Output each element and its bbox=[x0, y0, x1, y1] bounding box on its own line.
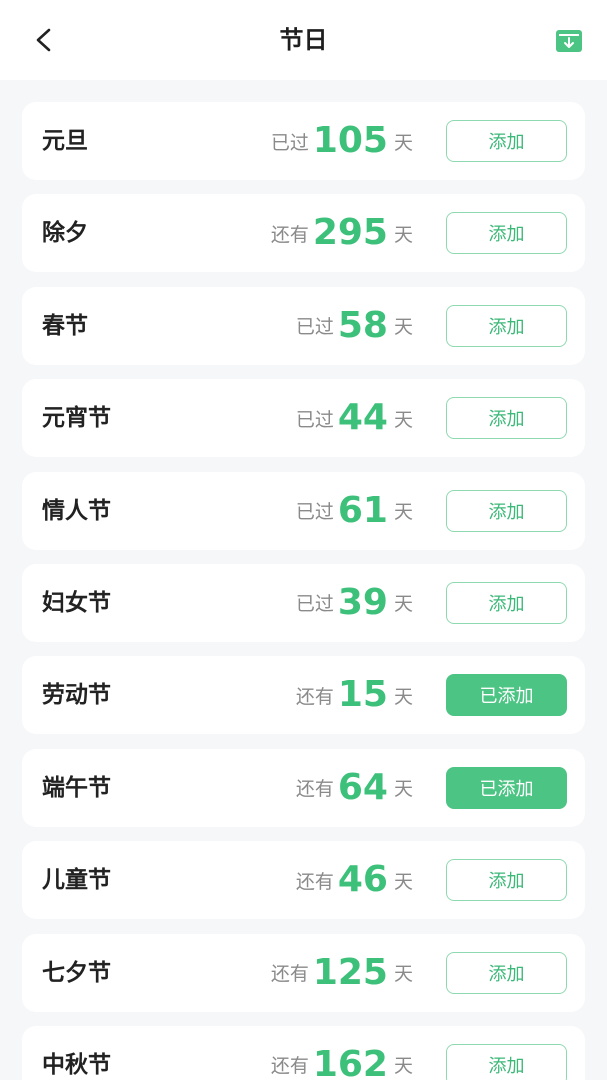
festival-card: 春节 已过 58 天 添加 bbox=[22, 286, 585, 365]
add-button[interactable]: 添加 bbox=[446, 489, 567, 532]
add-button[interactable]: 添加 bbox=[446, 859, 567, 902]
add-button[interactable]: 添加 bbox=[446, 304, 567, 347]
day-status-label: 已过 bbox=[295, 501, 334, 524]
day-number: 125 bbox=[312, 951, 388, 993]
day-unit: 天 bbox=[393, 408, 413, 431]
festival-name: 七夕节 bbox=[42, 959, 111, 986]
festival-name: 元旦 bbox=[42, 128, 88, 154]
download-box-icon bbox=[556, 30, 582, 52]
add-button[interactable]: 添加 bbox=[446, 120, 567, 162]
day-number: 61 bbox=[337, 489, 388, 531]
festival-name: 中秋节 bbox=[42, 1051, 111, 1078]
add-button[interactable]: 添加 bbox=[446, 1043, 567, 1080]
add-button[interactable]: 添加 bbox=[446, 581, 567, 624]
day-number: 46 bbox=[337, 859, 388, 901]
festival-name: 劳动节 bbox=[42, 682, 111, 709]
festival-card: 妇女节 已过 39 天 添加 bbox=[22, 563, 585, 642]
day-unit: 天 bbox=[393, 685, 413, 708]
day-unit: 天 bbox=[393, 501, 413, 524]
day-unit: 天 bbox=[393, 223, 413, 246]
festival-name: 妇女节 bbox=[42, 589, 111, 616]
festival-list: 元旦 已过 105 天 添加 除夕 还有 295 天 添加 春节 已过 58 天… bbox=[22, 102, 585, 1080]
day-unit: 天 bbox=[393, 870, 413, 893]
festival-name: 除夕 bbox=[42, 220, 88, 247]
day-unit: 天 bbox=[393, 1055, 413, 1078]
festival-name: 端午节 bbox=[42, 774, 111, 801]
day-status-label: 还有 bbox=[295, 685, 334, 708]
add-button[interactable]: 添加 bbox=[446, 951, 567, 994]
day-count: 还有 295 天 bbox=[271, 194, 413, 272]
festival-name: 儿童节 bbox=[42, 867, 111, 894]
festival-card: 儿童节 还有 46 天 添加 bbox=[22, 841, 585, 920]
add-button[interactable]: 添加 bbox=[446, 397, 567, 440]
added-button[interactable]: 已添加 bbox=[446, 766, 567, 809]
day-number: 295 bbox=[312, 212, 388, 254]
festival-card: 七夕节 还有 125 天 添加 bbox=[22, 933, 585, 1012]
festival-name: 元宵节 bbox=[42, 405, 111, 432]
day-unit: 天 bbox=[393, 593, 413, 616]
festival-name: 春节 bbox=[42, 312, 88, 339]
day-status-label: 还有 bbox=[295, 870, 334, 893]
day-unit: 天 bbox=[393, 316, 413, 339]
day-number: 39 bbox=[337, 581, 388, 623]
day-number: 64 bbox=[337, 766, 388, 808]
day-unit: 天 bbox=[393, 778, 413, 801]
day-count: 还有 125 天 bbox=[271, 934, 413, 1012]
day-status-label: 已过 bbox=[295, 316, 334, 339]
day-unit: 天 bbox=[393, 131, 413, 154]
festival-card: 元旦 已过 105 天 添加 bbox=[22, 102, 585, 180]
day-status-label: 还有 bbox=[270, 223, 309, 246]
day-status-label: 已过 bbox=[295, 593, 334, 616]
day-status-label: 已过 bbox=[270, 131, 309, 154]
day-number: 15 bbox=[337, 674, 388, 716]
day-count: 已过 61 天 bbox=[296, 472, 413, 550]
day-count: 还有 15 天 bbox=[296, 656, 413, 734]
festival-name: 情人节 bbox=[42, 497, 111, 524]
day-status-label: 还有 bbox=[270, 1055, 309, 1078]
day-count: 已过 39 天 bbox=[296, 564, 413, 642]
festival-card: 劳动节 还有 15 天 已添加 bbox=[22, 656, 585, 735]
festival-card: 中秋节 还有 162 天 添加 bbox=[22, 1025, 585, 1080]
day-count: 还有 64 天 bbox=[296, 749, 413, 827]
day-status-label: 已过 bbox=[295, 408, 334, 431]
day-number: 44 bbox=[337, 397, 388, 439]
day-number: 58 bbox=[337, 304, 388, 346]
day-status-label: 还有 bbox=[295, 778, 334, 801]
festival-card: 除夕 还有 295 天 添加 bbox=[22, 194, 585, 273]
day-count: 还有 46 天 bbox=[296, 841, 413, 919]
download-button[interactable] bbox=[556, 30, 582, 52]
festival-card: 端午节 还有 64 天 已添加 bbox=[22, 748, 585, 827]
festival-card: 情人节 已过 61 天 添加 bbox=[22, 471, 585, 550]
day-unit: 天 bbox=[393, 963, 413, 986]
day-number: 105 bbox=[312, 120, 388, 161]
header-bar: 节日 bbox=[0, 0, 607, 80]
added-button[interactable]: 已添加 bbox=[446, 674, 567, 717]
day-status-label: 还有 bbox=[270, 963, 309, 986]
day-count: 已过 44 天 bbox=[296, 379, 413, 457]
festival-card: 元宵节 已过 44 天 添加 bbox=[22, 379, 585, 458]
day-count: 已过 105 天 bbox=[271, 102, 413, 180]
day-count: 已过 58 天 bbox=[296, 287, 413, 365]
add-button[interactable]: 添加 bbox=[446, 212, 567, 255]
day-number: 162 bbox=[312, 1043, 388, 1080]
page-title: 节日 bbox=[279, 26, 328, 54]
day-count: 还有 162 天 bbox=[271, 1026, 413, 1080]
